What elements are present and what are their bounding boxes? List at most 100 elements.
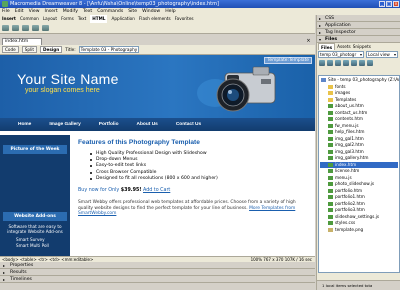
site-select[interactable]: temp 03_photogr bbox=[318, 51, 364, 58]
table-icon[interactable] bbox=[2, 25, 9, 31]
head-tag-icon[interactable] bbox=[22, 25, 29, 31]
title-label: Title: bbox=[65, 47, 76, 52]
tag-inspector-panel-header[interactable]: Tag Inspector bbox=[317, 29, 400, 36]
close-document-icon[interactable]: × bbox=[305, 38, 312, 45]
file-name: about_us.htm bbox=[335, 103, 364, 108]
insert-tab-flash-elements[interactable]: Flash elements bbox=[139, 15, 171, 23]
insert-tab-favorites[interactable]: Favorites bbox=[175, 15, 194, 23]
file-name: contact_us.htm bbox=[335, 109, 368, 115]
nav-link-image-gallery[interactable]: Image Gallery bbox=[49, 122, 80, 127]
site-slogan: your slogan comes here bbox=[25, 87, 100, 94]
document-title-input[interactable]: Template 03 - Photography bbox=[78, 46, 139, 53]
menu-item-edit[interactable]: Edit bbox=[15, 8, 24, 15]
menu-item-modify[interactable]: Modify bbox=[63, 8, 78, 15]
special-chars-icon[interactable] bbox=[42, 25, 49, 31]
file-name: fw_menu.js bbox=[335, 122, 359, 128]
add-to-cart-link[interactable]: Add to Cart bbox=[143, 188, 170, 193]
refresh-icon[interactable] bbox=[327, 60, 333, 66]
menu-bar: File Edit View Insert Modify Text Commands Site… bbox=[0, 8, 400, 15]
files-selectors: temp 03_photogr Local view bbox=[317, 50, 400, 59]
files-status: 1 local items selected tota bbox=[317, 280, 400, 290]
file-name: styles.css bbox=[335, 220, 356, 225]
files-panel-tabs: Files Assets Snippets bbox=[317, 43, 400, 50]
design-canvas[interactable]: Template:Template Your Site Name your sl… bbox=[0, 55, 315, 256]
tab-files[interactable]: Files bbox=[318, 43, 336, 50]
script-icon[interactable] bbox=[32, 25, 39, 31]
code-view-button[interactable]: Code bbox=[2, 46, 19, 53]
nav-link-home[interactable]: Home bbox=[18, 122, 31, 127]
file-icon bbox=[328, 208, 333, 212]
feature-item: Designed to fit all resolutions (800 x 6… bbox=[90, 176, 310, 182]
dreamweaver-app-icon bbox=[2, 1, 8, 7]
features-title: Features of this Photography Template bbox=[78, 139, 200, 146]
properties-panel-header[interactable]: Properties bbox=[0, 262, 315, 269]
camera-image bbox=[197, 66, 276, 112]
files-panel-header[interactable]: Files bbox=[317, 36, 400, 43]
insert-tab-text[interactable]: Text bbox=[78, 15, 86, 23]
file-row[interactable]: template.png bbox=[320, 227, 398, 234]
menu-item-view[interactable]: View bbox=[29, 8, 40, 15]
maximize-icon[interactable]: □ bbox=[386, 1, 392, 7]
results-panel-header[interactable]: Results bbox=[0, 269, 315, 276]
features-list: High Quality Professional Design with Sl… bbox=[78, 151, 310, 182]
insert-tab-html[interactable]: HTML bbox=[90, 15, 108, 23]
file-icon bbox=[328, 188, 333, 193]
minimize-icon[interactable]: _ bbox=[379, 1, 385, 7]
description-paragraph: Smart Webby offers professional web temp… bbox=[78, 200, 310, 217]
file-name: photo_slideshow.js bbox=[335, 181, 375, 186]
document-tab[interactable]: index.htm bbox=[2, 38, 42, 45]
insert-label[interactable]: Insert bbox=[2, 15, 16, 23]
file-name: portfolio.htm bbox=[335, 187, 363, 193]
nav-link-portfolio[interactable]: Portfolio bbox=[99, 122, 119, 127]
put-files-icon[interactable] bbox=[343, 60, 349, 66]
frames-icon[interactable] bbox=[12, 25, 19, 31]
tab-assets[interactable]: Assets bbox=[337, 43, 351, 50]
nav-link-about-us[interactable]: About Us bbox=[137, 122, 158, 127]
buy-line: Buy now for Only $39.95! Add to Cart bbox=[78, 188, 310, 193]
application-panel-header[interactable]: Application bbox=[317, 22, 400, 29]
file-icon bbox=[328, 201, 333, 206]
site-nav-bar: Home Image Gallery Portfolio About Us Contac… bbox=[0, 118, 315, 131]
design-view-button[interactable]: Design bbox=[40, 46, 63, 53]
left-sidebar: Picture of the Week Website Add-ons Soft… bbox=[0, 135, 70, 256]
menu-item-commands[interactable]: Commands bbox=[97, 8, 123, 15]
buy-text[interactable]: Buy now for Only bbox=[78, 188, 119, 193]
insert-tab-common[interactable]: Common bbox=[20, 15, 39, 23]
file-icon bbox=[328, 195, 333, 199]
connect-icon[interactable] bbox=[319, 60, 325, 66]
site-banner: Template:Template Your Site Name your sl… bbox=[0, 55, 315, 118]
insert-tab-layout[interactable]: Layout bbox=[43, 15, 57, 23]
menu-item-text[interactable]: Text bbox=[83, 8, 92, 15]
insert-tab-forms[interactable]: Forms bbox=[61, 15, 74, 23]
insert-bar: Insert Common Layout Forms Text HTML Applicat… bbox=[0, 15, 315, 34]
get-files-icon[interactable] bbox=[335, 60, 341, 66]
menu-item-insert[interactable]: Insert bbox=[45, 8, 58, 15]
file-name: img_gallery.htm bbox=[335, 155, 369, 160]
split-view-button[interactable]: Split bbox=[21, 46, 38, 53]
file-icon bbox=[328, 214, 333, 219]
file-name: help_files.htm bbox=[335, 129, 365, 134]
view-select[interactable]: Local view bbox=[366, 51, 398, 58]
tab-snippets[interactable]: Snippets bbox=[353, 43, 371, 50]
addon-item-smart-multi-poll[interactable]: Smart Multi Poll bbox=[0, 243, 70, 249]
check-out-icon[interactable] bbox=[351, 60, 357, 66]
file-name: img_gal1.htm bbox=[335, 135, 364, 141]
file-icon bbox=[328, 149, 333, 154]
files-status-text: 1 local items selected tota bbox=[322, 283, 373, 288]
css-panel-header[interactable]: CSS bbox=[317, 15, 400, 22]
insert-tab-application[interactable]: Application bbox=[111, 15, 134, 23]
file-icon bbox=[328, 221, 333, 225]
check-in-icon[interactable] bbox=[359, 60, 365, 66]
file-name: contents.htm bbox=[335, 116, 363, 121]
menu-item-help[interactable]: Help bbox=[165, 8, 175, 15]
file-name: template.png bbox=[335, 226, 364, 232]
nav-link-contact-us[interactable]: Contact Us bbox=[176, 122, 201, 127]
menu-item-file[interactable]: File bbox=[2, 8, 10, 15]
timelines-panel-header[interactable]: Timelines bbox=[0, 276, 315, 283]
expand-icon[interactable] bbox=[367, 60, 373, 66]
site-name: Your Site Name bbox=[17, 71, 119, 87]
menu-item-window[interactable]: Window bbox=[142, 8, 160, 15]
menu-item-site[interactable]: Site bbox=[128, 8, 137, 15]
file-icon bbox=[328, 162, 333, 167]
close-icon[interactable]: × bbox=[393, 1, 399, 7]
